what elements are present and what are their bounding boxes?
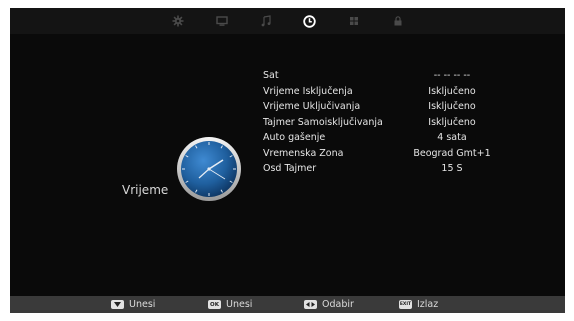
help-bar: Unesi OK Unesi Odabir EXIT Izlaz: [10, 296, 565, 313]
setting-value: 15 S: [441, 163, 463, 174]
menu-row[interactable]: Tajmer Samoisključivanja Isključeno: [263, 117, 513, 133]
tab-settings[interactable]: [156, 8, 200, 34]
exit-key-icon: EXIT: [399, 300, 412, 309]
grid-icon: [349, 17, 358, 25]
clock-illustration-icon: [177, 137, 241, 201]
hint-label: Izlaz: [417, 299, 439, 310]
ok-key-icon: OK: [208, 300, 221, 309]
down-arrow-key-icon: [111, 300, 124, 309]
menu-row[interactable]: Auto gašenje 4 sata: [263, 132, 513, 148]
setting-value: Isključeno: [428, 116, 476, 128]
hint-exit: EXIT Izlaz: [399, 299, 438, 310]
setting-label: Vremenska Zona: [263, 147, 344, 159]
tab-time[interactable]: [288, 8, 332, 34]
lock-icon: [394, 16, 401, 26]
panel-title: Vrijeme: [122, 183, 169, 197]
setting-value: Beograd Gmt+1: [413, 147, 491, 159]
tv-screen: Vrijeme Sat -- -- -- -- Vrijeme Isključenj…: [10, 8, 565, 313]
tab-lock[interactable]: [376, 8, 420, 34]
setting-value: -- -- -- --: [433, 70, 471, 81]
hint-label: Odabir: [322, 299, 354, 310]
setting-label: Sat: [263, 70, 279, 81]
hint-down-enter: Unesi: [111, 299, 155, 310]
setting-label: Osd Tajmer: [263, 163, 317, 174]
left-right-arrows-key-icon: [304, 300, 317, 309]
menu-row[interactable]: Osd Tajmer 15 S: [263, 163, 513, 179]
setting-label: Tajmer Samoisključivanja: [263, 116, 383, 128]
clock-icon: [303, 14, 316, 28]
setting-label: Vrijeme Uključivanja: [263, 101, 361, 112]
monitor-icon: [215, 16, 228, 26]
category-tabs: [10, 8, 565, 34]
hint-label: Unesi: [129, 299, 156, 310]
setting-label: Vrijeme Isključenja: [263, 85, 353, 97]
time-settings-list: Sat -- -- -- -- Vrijeme Isključenja Isključ…: [263, 70, 513, 179]
music-note-icon: [261, 15, 271, 27]
hint-ok-enter: OK Unesi: [208, 299, 252, 310]
menu-row[interactable]: Vrijeme Uključivanja Isključeno: [263, 101, 513, 117]
menu-row[interactable]: Vrijeme Isključenja Isključeno: [263, 86, 513, 102]
menu-row[interactable]: Sat -- -- -- --: [263, 70, 513, 86]
setting-value: Isključeno: [428, 85, 476, 97]
gear-icon: [172, 15, 183, 27]
tab-sound[interactable]: [244, 8, 288, 34]
hint-select: Odabir: [304, 299, 354, 310]
menu-row[interactable]: Vremenska Zona Beograd Gmt+1: [263, 148, 513, 164]
tab-picture[interactable]: [200, 8, 244, 34]
tab-channels[interactable]: [332, 8, 376, 34]
setting-label: Auto gašenje: [263, 132, 326, 143]
setting-value: 4 sata: [437, 132, 467, 143]
setting-value: Isključeno: [428, 101, 476, 112]
hint-label: Unesi: [226, 299, 253, 310]
